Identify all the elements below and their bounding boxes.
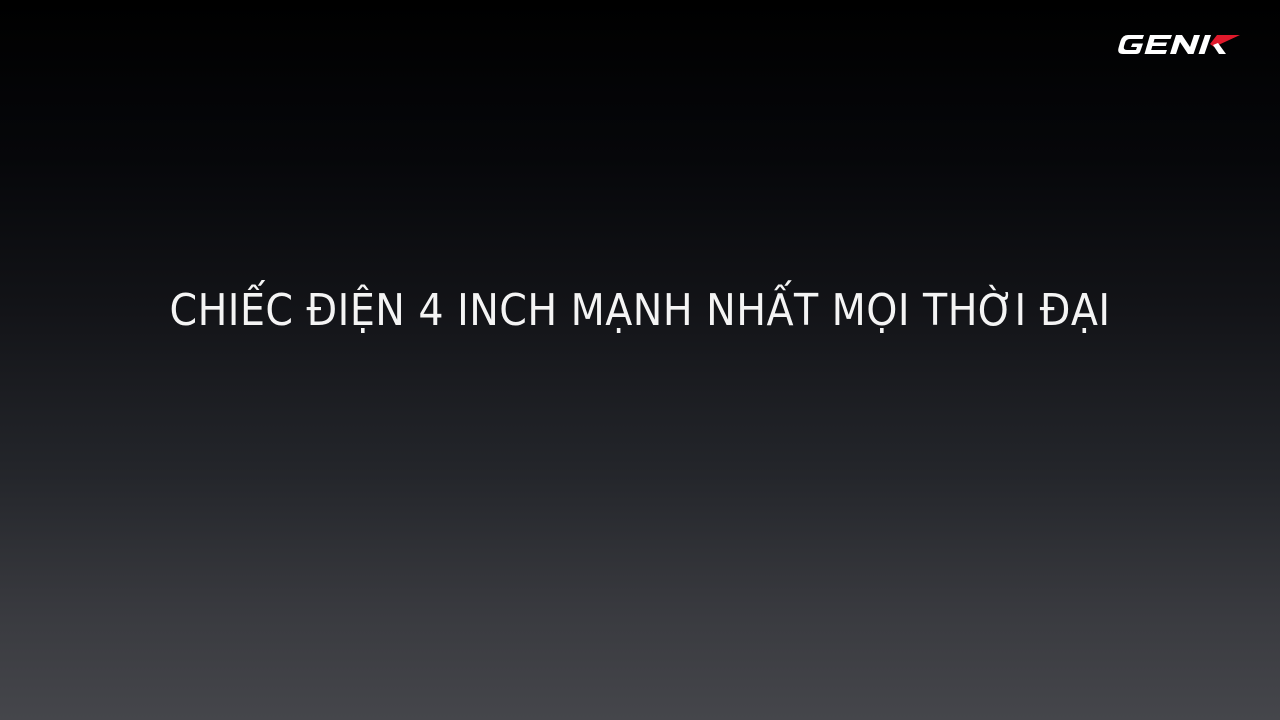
video-frame: CHIẾC ĐIỆN 4 INCH MẠNH NHẤT MỌI THỜI ĐẠI (0, 0, 1280, 720)
genk-logo (1114, 30, 1242, 58)
video-headline: CHIẾC ĐIỆN 4 INCH MẠNH NHẤT MỌI THỜI ĐẠI (169, 285, 1111, 336)
